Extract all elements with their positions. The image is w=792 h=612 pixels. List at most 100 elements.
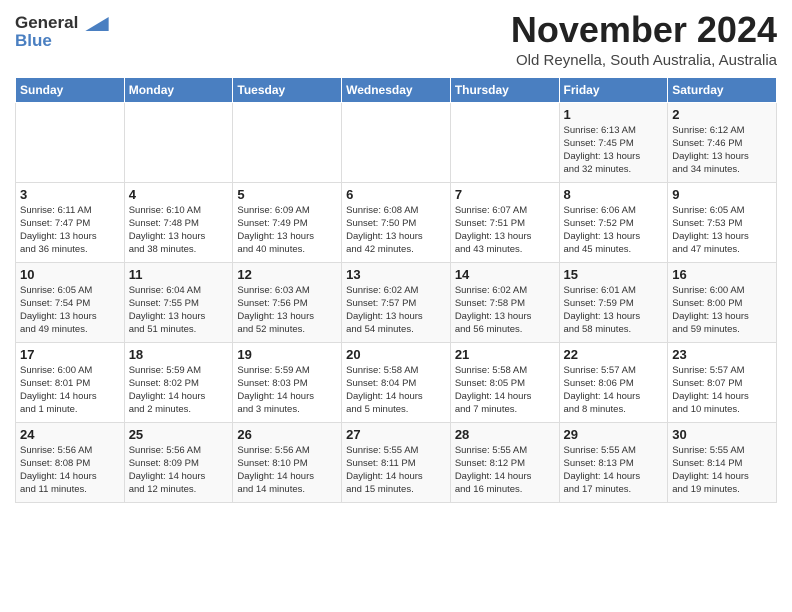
day-info: Sunrise: 5:56 AM Sunset: 8:10 PM Dayligh… — [237, 444, 337, 497]
header-monday: Monday — [124, 77, 233, 102]
calendar-cell: 8 Sunrise: 6:06 AM Sunset: 7:52 PM Daylig… — [559, 182, 668, 262]
calendar-cell: 4 Sunrise: 6:10 AM Sunset: 7:48 PM Daylig… — [124, 182, 233, 262]
day-info: Sunrise: 5:56 AM Sunset: 8:09 PM Dayligh… — [129, 444, 229, 497]
calendar-cell: 24 Sunrise: 5:56 AM Sunset: 8:08 PM Dayli… — [16, 422, 125, 502]
calendar-cell: 12 Sunrise: 6:03 AM Sunset: 7:56 PM Dayli… — [233, 262, 342, 342]
day-info: Sunrise: 6:11 AM Sunset: 7:47 PM Dayligh… — [20, 204, 120, 257]
day-number: 23 — [672, 347, 772, 362]
header-sunday: Sunday — [16, 77, 125, 102]
calendar-cell: 30Sunrise: 5:55 AM Sunset: 8:14 PM Dayli… — [668, 422, 777, 502]
calendar-cell — [124, 102, 233, 182]
week-row-5: 24 Sunrise: 5:56 AM Sunset: 8:08 PM Dayli… — [16, 422, 777, 502]
calendar-cell: 3 Sunrise: 6:11 AM Sunset: 7:47 PM Daylig… — [16, 182, 125, 262]
calendar-cell: 19 Sunrise: 5:59 AM Sunset: 8:03 PM Dayli… — [233, 342, 342, 422]
day-info: Sunrise: 6:08 AM Sunset: 7:50 PM Dayligh… — [346, 204, 446, 257]
day-number: 28 — [455, 427, 555, 442]
logo-text-blue: Blue — [15, 32, 109, 50]
day-number: 1 — [564, 107, 664, 122]
day-number: 19 — [237, 347, 337, 362]
calendar-cell: 16Sunrise: 6:00 AM Sunset: 8:00 PM Dayli… — [668, 262, 777, 342]
calendar-cell: 1 Sunrise: 6:13 AM Sunset: 7:45 PM Daylig… — [559, 102, 668, 182]
calendar-cell: 28 Sunrise: 5:55 AM Sunset: 8:12 PM Dayli… — [450, 422, 559, 502]
calendar-cell: 13 Sunrise: 6:02 AM Sunset: 7:57 PM Dayli… — [342, 262, 451, 342]
calendar-cell: 22 Sunrise: 5:57 AM Sunset: 8:06 PM Dayli… — [559, 342, 668, 422]
calendar-cell: 20 Sunrise: 5:58 AM Sunset: 8:04 PM Dayli… — [342, 342, 451, 422]
page-header: General Blue November 2024 Old Reynella,… — [15, 10, 777, 69]
day-info: Sunrise: 6:00 AM Sunset: 8:01 PM Dayligh… — [20, 364, 120, 417]
day-info: Sunrise: 5:57 AM Sunset: 8:06 PM Dayligh… — [564, 364, 664, 417]
day-number: 13 — [346, 267, 446, 282]
day-number: 24 — [20, 427, 120, 442]
day-info: Sunrise: 6:06 AM Sunset: 7:52 PM Dayligh… — [564, 204, 664, 257]
header-tuesday: Tuesday — [233, 77, 342, 102]
day-number: 3 — [20, 187, 120, 202]
calendar-cell: 9 Sunrise: 6:05 AM Sunset: 7:53 PM Daylig… — [668, 182, 777, 262]
week-row-1: 1 Sunrise: 6:13 AM Sunset: 7:45 PM Daylig… — [16, 102, 777, 182]
calendar-cell: 18 Sunrise: 5:59 AM Sunset: 8:02 PM Dayli… — [124, 342, 233, 422]
day-info: Sunrise: 6:02 AM Sunset: 7:57 PM Dayligh… — [346, 284, 446, 337]
calendar-cell: 26 Sunrise: 5:56 AM Sunset: 8:10 PM Dayli… — [233, 422, 342, 502]
day-number: 15 — [564, 267, 664, 282]
day-number: 18 — [129, 347, 229, 362]
day-info: Sunrise: 6:03 AM Sunset: 7:56 PM Dayligh… — [237, 284, 337, 337]
day-number: 11 — [129, 267, 229, 282]
day-info: Sunrise: 6:13 AM Sunset: 7:45 PM Dayligh… — [564, 124, 664, 177]
calendar-cell: 15 Sunrise: 6:01 AM Sunset: 7:59 PM Dayli… — [559, 262, 668, 342]
header-thursday: Thursday — [450, 77, 559, 102]
calendar-cell — [450, 102, 559, 182]
calendar-cell: 17 Sunrise: 6:00 AM Sunset: 8:01 PM Dayli… — [16, 342, 125, 422]
day-number: 27 — [346, 427, 446, 442]
calendar-table: SundayMondayTuesdayWednesdayThursdayFrid… — [15, 77, 777, 503]
day-info: Sunrise: 6:09 AM Sunset: 7:49 PM Dayligh… — [237, 204, 337, 257]
calendar-cell: 25 Sunrise: 5:56 AM Sunset: 8:09 PM Dayli… — [124, 422, 233, 502]
day-number: 4 — [129, 187, 229, 202]
week-row-2: 3 Sunrise: 6:11 AM Sunset: 7:47 PM Daylig… — [16, 182, 777, 262]
day-info: Sunrise: 5:59 AM Sunset: 8:03 PM Dayligh… — [237, 364, 337, 417]
day-info: Sunrise: 6:01 AM Sunset: 7:59 PM Dayligh… — [564, 284, 664, 337]
day-info: Sunrise: 6:05 AM Sunset: 7:54 PM Dayligh… — [20, 284, 120, 337]
day-info: Sunrise: 6:12 AM Sunset: 7:46 PM Dayligh… — [672, 124, 772, 177]
header-saturday: Saturday — [668, 77, 777, 102]
location-title: Old Reynella, South Australia, Australia — [511, 52, 777, 69]
day-info: Sunrise: 6:05 AM Sunset: 7:53 PM Dayligh… — [672, 204, 772, 257]
day-info: Sunrise: 6:04 AM Sunset: 7:55 PM Dayligh… — [129, 284, 229, 337]
day-number: 12 — [237, 267, 337, 282]
calendar-cell — [342, 102, 451, 182]
calendar-cell: 7 Sunrise: 6:07 AM Sunset: 7:51 PM Daylig… — [450, 182, 559, 262]
week-row-3: 10Sunrise: 6:05 AM Sunset: 7:54 PM Dayli… — [16, 262, 777, 342]
calendar-header-row: SundayMondayTuesdayWednesdayThursdayFrid… — [16, 77, 777, 102]
week-row-4: 17 Sunrise: 6:00 AM Sunset: 8:01 PM Dayli… — [16, 342, 777, 422]
day-info: Sunrise: 5:55 AM Sunset: 8:11 PM Dayligh… — [346, 444, 446, 497]
day-number: 6 — [346, 187, 446, 202]
day-number: 5 — [237, 187, 337, 202]
day-info: Sunrise: 5:57 AM Sunset: 8:07 PM Dayligh… — [672, 364, 772, 417]
logo-icon — [85, 17, 109, 31]
month-title: November 2024 — [511, 10, 777, 50]
day-info: Sunrise: 6:10 AM Sunset: 7:48 PM Dayligh… — [129, 204, 229, 257]
day-info: Sunrise: 5:59 AM Sunset: 8:02 PM Dayligh… — [129, 364, 229, 417]
calendar-cell: 6 Sunrise: 6:08 AM Sunset: 7:50 PM Daylig… — [342, 182, 451, 262]
day-number: 2 — [672, 107, 772, 122]
day-number: 9 — [672, 187, 772, 202]
day-number: 14 — [455, 267, 555, 282]
calendar-cell: 23 Sunrise: 5:57 AM Sunset: 8:07 PM Dayli… — [668, 342, 777, 422]
day-number: 8 — [564, 187, 664, 202]
day-info: Sunrise: 5:58 AM Sunset: 8:05 PM Dayligh… — [455, 364, 555, 417]
day-number: 17 — [20, 347, 120, 362]
day-info: Sunrise: 5:56 AM Sunset: 8:08 PM Dayligh… — [20, 444, 120, 497]
calendar-cell: 14 Sunrise: 6:02 AM Sunset: 7:58 PM Dayli… — [450, 262, 559, 342]
day-number: 22 — [564, 347, 664, 362]
day-number: 20 — [346, 347, 446, 362]
calendar-cell: 21Sunrise: 5:58 AM Sunset: 8:05 PM Dayli… — [450, 342, 559, 422]
day-info: Sunrise: 5:58 AM Sunset: 8:04 PM Dayligh… — [346, 364, 446, 417]
logo: General Blue — [15, 14, 109, 50]
calendar-cell: 11 Sunrise: 6:04 AM Sunset: 7:55 PM Dayli… — [124, 262, 233, 342]
day-info: Sunrise: 6:02 AM Sunset: 7:58 PM Dayligh… — [455, 284, 555, 337]
calendar-cell: 27 Sunrise: 5:55 AM Sunset: 8:11 PM Dayli… — [342, 422, 451, 502]
day-info: Sunrise: 5:55 AM Sunset: 8:12 PM Dayligh… — [455, 444, 555, 497]
day-number: 25 — [129, 427, 229, 442]
day-number: 7 — [455, 187, 555, 202]
day-number: 26 — [237, 427, 337, 442]
day-info: Sunrise: 6:07 AM Sunset: 7:51 PM Dayligh… — [455, 204, 555, 257]
calendar-cell: 29Sunrise: 5:55 AM Sunset: 8:13 PM Dayli… — [559, 422, 668, 502]
